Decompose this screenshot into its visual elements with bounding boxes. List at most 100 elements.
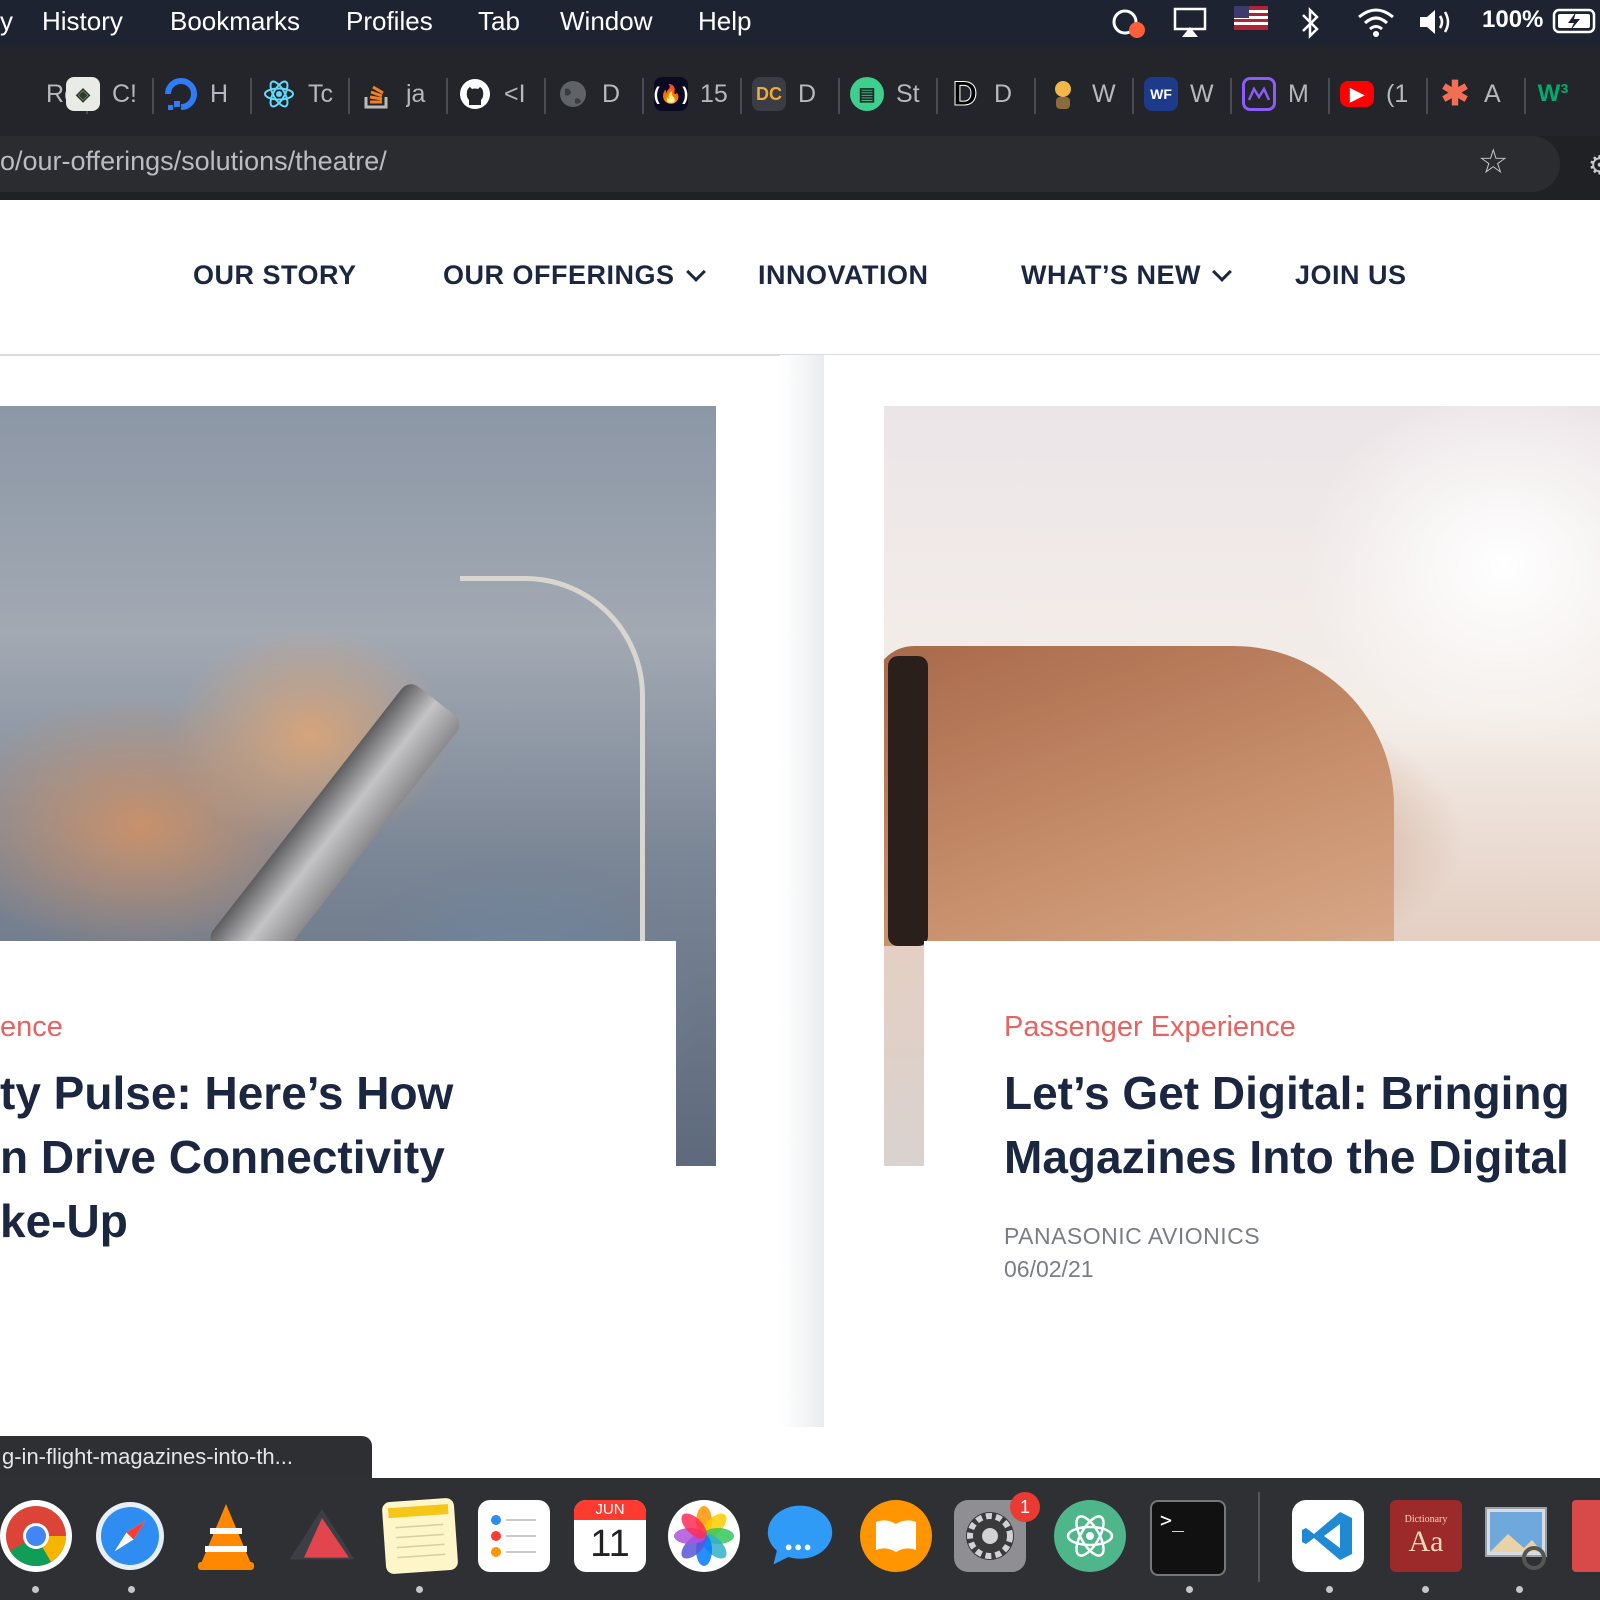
nav-label: OUR OFFERINGS [443, 260, 675, 290]
earphone-cable-shape [460, 576, 645, 1001]
url-text[interactable]: o/our-offerings/solutions/theatre/ [0, 146, 387, 177]
tab-label: W [1190, 79, 1214, 108]
books-icon[interactable] [860, 1500, 932, 1572]
menu-help[interactable]: Help [698, 6, 751, 37]
dc-icon: DC [752, 77, 786, 111]
react-icon [262, 77, 296, 111]
terminal-prompt: >_ [1160, 1508, 1185, 1532]
dictionary-title: Dictionary [1404, 1513, 1448, 1525]
chrome-icon[interactable] [0, 1500, 72, 1572]
browser-tab[interactable]: DC D [744, 64, 840, 124]
tab-label: (1 [1386, 79, 1409, 108]
extension-icon[interactable]: ⚙ [1588, 150, 1600, 181]
airplay-icon[interactable] [1172, 6, 1208, 47]
tab-label: C! [112, 79, 137, 108]
browser-tab-strip: Rc ◈ C! H Tc ja <I D (🔥) 15 DC D ▤ St D … [0, 46, 1600, 136]
browser-tab[interactable]: <I [450, 64, 546, 124]
tab-label: Tc [308, 79, 333, 108]
link-status-bubble: g-in-flight-magazines-into-th... [0, 1436, 372, 1478]
menu-profiles[interactable]: Profiles [346, 6, 433, 37]
running-indicator [1326, 1586, 1333, 1593]
w3-icon: W³ [1537, 80, 1569, 107]
creative-cloud-icon[interactable] [1110, 6, 1146, 47]
article-title[interactable]: Let’s Get Digital: Bringing Magazines In… [1004, 1061, 1570, 1189]
wifi-icon[interactable] [1356, 6, 1396, 45]
address-bar[interactable]: o/our-offerings/solutions/theatre/ ☆ [0, 136, 1560, 192]
avatar-icon [1046, 77, 1080, 111]
battery-icon[interactable] [1552, 6, 1598, 43]
menu-history[interactable]: History [42, 6, 123, 37]
article-title[interactable]: ty Pulse: Here’s How n Drive Connectivit… [0, 1061, 453, 1253]
menu-truncated[interactable]: y [0, 6, 13, 37]
tab-divider [1230, 78, 1232, 114]
notes-icon[interactable] [381, 1497, 459, 1575]
browser-tab[interactable]: (🔥) 15 [646, 64, 742, 124]
globe-icon [556, 77, 590, 111]
tab-divider [1524, 78, 1526, 114]
tab-divider [544, 78, 546, 114]
nav-join-us[interactable]: JOIN US [1295, 260, 1407, 291]
bookmark-star-icon[interactable]: ☆ [1478, 142, 1508, 182]
vscode-icon[interactable] [1292, 1500, 1364, 1572]
browser-tab[interactable]: D D [940, 64, 1036, 124]
browser-tab[interactable]: ✱ A [1430, 64, 1526, 124]
vlc-icon[interactable] [190, 1500, 262, 1572]
menu-window[interactable]: Window [560, 6, 652, 37]
calendar-month: JUN [574, 1500, 646, 1520]
tab-label: ja [406, 79, 426, 108]
article-date: 06/02/21 [1004, 1256, 1094, 1282]
tab-divider [740, 78, 742, 114]
tab-label: St [896, 79, 920, 108]
tab-label: M [1288, 79, 1309, 108]
menu-tab[interactable]: Tab [478, 6, 520, 37]
us-flag-icon[interactable] [1234, 6, 1268, 37]
nav-label: OUR STORY [193, 260, 357, 290]
cs-icon: ◈ [66, 77, 100, 111]
browser-tab[interactable]: WF W [1136, 64, 1232, 124]
bluetooth-icon[interactable] [1300, 6, 1322, 47]
tab-label: 15 [700, 79, 728, 108]
tab-label: D [994, 79, 1013, 108]
stackoverflow-icon [360, 77, 394, 111]
dictionary-icon[interactable]: Dictionary Aa [1390, 1500, 1462, 1572]
article-card[interactable]: Passenger Experience Let’s Get Digital: … [924, 941, 1600, 1427]
browser-tab[interactable]: ▤ St [842, 64, 938, 124]
nav-our-story[interactable]: OUR STORY [193, 260, 357, 291]
chevron-down-icon [1212, 261, 1232, 282]
preview-icon[interactable] [1480, 1500, 1552, 1572]
photos-icon[interactable] [668, 1500, 740, 1572]
reminders-icon[interactable] [478, 1500, 550, 1572]
browser-tab[interactable]: ▶ (1 [1332, 64, 1428, 124]
truncated-app-icon[interactable] [1572, 1500, 1600, 1572]
terminal-icon[interactable]: >_ [1150, 1500, 1226, 1576]
browser-tab[interactable]: W³ [1528, 64, 1600, 124]
nav-our-offerings[interactable]: OUR OFFERINGS [443, 260, 706, 291]
digitalocean-icon [164, 77, 198, 111]
browser-tab[interactable]: M [1234, 64, 1330, 124]
tab-divider [446, 78, 448, 114]
menu-bookmarks[interactable]: Bookmarks [170, 6, 300, 37]
volume-icon[interactable] [1418, 6, 1454, 45]
article-category[interactable]: Passenger Experience [1004, 1011, 1296, 1044]
wf-icon: WF [1144, 77, 1178, 111]
nav-whats-new[interactable]: WHAT’S NEW [1021, 260, 1232, 291]
article-category[interactable]: ence [0, 1011, 63, 1044]
browser-tab[interactable]: W [1038, 64, 1134, 124]
browser-tab[interactable]: ◈ C! [58, 64, 154, 124]
article-author: PANASONIC AVIONICS [1004, 1223, 1261, 1249]
battery-percent: 100% [1482, 6, 1544, 33]
article-card[interactable]: ence ty Pulse: Here’s How n Drive Connec… [0, 941, 676, 1427]
calendar-icon[interactable]: JUN 11 [574, 1500, 646, 1572]
nav-innovation[interactable]: INNOVATION [758, 260, 929, 291]
atom-icon[interactable] [1054, 1500, 1126, 1572]
tab-divider [1132, 78, 1134, 114]
prism-icon[interactable] [286, 1500, 358, 1572]
running-indicator [32, 1586, 39, 1593]
browser-tab[interactable]: ja [352, 64, 448, 124]
safari-icon[interactable] [94, 1500, 166, 1572]
freecodecamp-icon: (🔥) [654, 77, 688, 111]
messages-icon[interactable] [764, 1500, 836, 1572]
browser-tab[interactable]: D [548, 64, 644, 124]
browser-tab[interactable]: Tc [254, 64, 350, 124]
browser-tab[interactable]: H [156, 64, 252, 124]
